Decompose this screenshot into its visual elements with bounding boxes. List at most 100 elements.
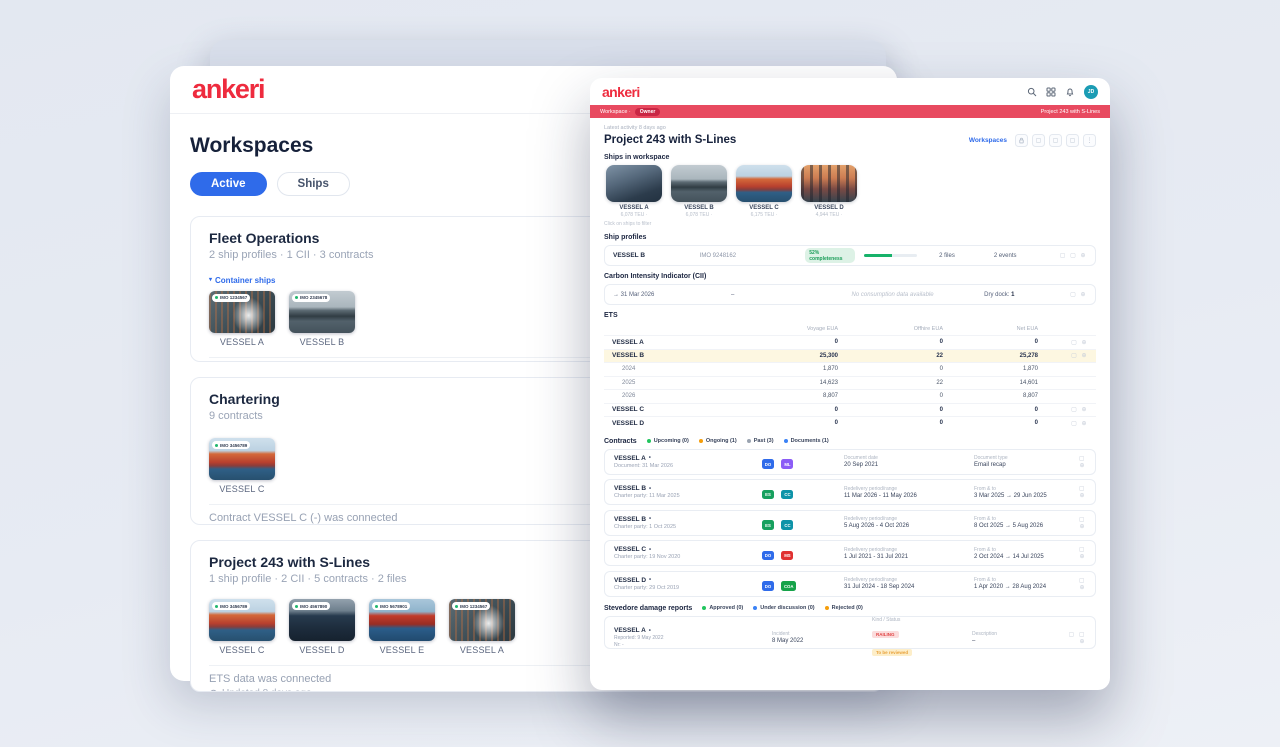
app-header: ankeri JD bbox=[590, 78, 1110, 105]
ets-row-vessel-d[interactable]: VESSEL D 0 0 0 ▢ ⊕ bbox=[604, 416, 1096, 430]
updated-text: Updated 8 days ago bbox=[222, 688, 312, 692]
row-action-icons[interactable]: ▢ ⊕ bbox=[1070, 516, 1086, 530]
row-action-icons[interactable]: ▢ ⊕ bbox=[1070, 291, 1087, 298]
section-contracts-title: Contracts bbox=[604, 438, 637, 445]
green-dot-icon bbox=[215, 296, 218, 299]
events-count: 2 events bbox=[994, 253, 1060, 259]
row-action-icons[interactable]: ▢ ⊕ bbox=[1038, 420, 1088, 427]
status-dot: • bbox=[649, 516, 651, 522]
ship-photo: IMO 4567890 bbox=[289, 599, 355, 641]
workspace-banner: Workspace · Owner Project 243 with S-Lin… bbox=[590, 105, 1110, 118]
cii-note: No consumption data available bbox=[801, 292, 984, 298]
voyage-eua: 25,300 bbox=[728, 353, 838, 359]
banner-workspace-name: Project 243 with S-Lines bbox=[1041, 109, 1100, 115]
ets-row-vessel-b[interactable]: VESSEL B 25,300 22 25,278 ▢ ⊕ bbox=[604, 349, 1096, 363]
bell-icon[interactable] bbox=[1065, 87, 1075, 97]
files-button[interactable]: ▢ bbox=[1032, 134, 1045, 147]
row-action-icons[interactable]: ▢ ⊕ bbox=[1038, 339, 1088, 346]
legend-approved[interactable]: Approved (0) bbox=[702, 605, 743, 611]
tag-do: DO bbox=[762, 551, 774, 561]
ship-thumbnail-vessel-a[interactable]: IMO 1234567 VESSEL A bbox=[209, 291, 275, 347]
net-eua: 0 bbox=[943, 339, 1038, 345]
row-action-icons[interactable]: ▢ ⊕ bbox=[1070, 485, 1086, 499]
imo-badge: IMO 2345678 bbox=[292, 294, 330, 302]
ship-profile-row[interactable]: VESSEL B IMO 9248162 52% completeness 2 … bbox=[604, 245, 1096, 266]
ship-name: VESSEL C bbox=[209, 484, 275, 494]
ship-filter-vessel-b[interactable]: VESSEL B 6,078 TEU · bbox=[669, 165, 729, 218]
workspaces-link[interactable]: Workspaces bbox=[969, 137, 1007, 144]
status-dot: • bbox=[649, 486, 651, 492]
ship-name: VESSEL B bbox=[613, 252, 700, 259]
column-label: Document date bbox=[844, 455, 974, 461]
contract-tags: DO MS bbox=[762, 544, 844, 562]
row-action-icons[interactable]: ▢ ⊕ bbox=[1038, 352, 1088, 359]
row-action-icons[interactable]: ▢ ⊕ bbox=[1070, 546, 1086, 560]
column-label: Document type bbox=[974, 455, 1070, 461]
more-button[interactable]: ⋮ bbox=[1083, 134, 1096, 147]
ship-thumbnail-vessel-a[interactable]: IMO 1234567 VESSEL A bbox=[449, 599, 515, 655]
net-eua: 1,870 bbox=[943, 366, 1038, 372]
apps-grid-icon[interactable] bbox=[1046, 87, 1056, 97]
ship-filter-vessel-a[interactable]: VESSEL A 6,078 TEU · bbox=[604, 165, 664, 218]
ship-name: VESSEL C bbox=[209, 645, 275, 655]
legend-rejected[interactable]: Rejected (0) bbox=[825, 605, 863, 611]
contract-row-2[interactable]: VESSEL B• Charter party: 11 Mar 2025 ES … bbox=[604, 479, 1096, 505]
legend-upcoming[interactable]: Upcoming (0) bbox=[647, 438, 689, 444]
ship-thumbnail-vessel-b[interactable]: IMO 2345678 VESSEL B bbox=[289, 291, 355, 347]
ship-thumbnail-vessel-c[interactable]: IMO 3456789 VESSEL C bbox=[209, 438, 275, 494]
duplicate-button[interactable]: ▢ bbox=[1049, 134, 1062, 147]
column-value: Email recap bbox=[974, 462, 1070, 468]
column-label: Redelivery period/range bbox=[844, 577, 974, 583]
legend-ongoing[interactable]: Ongoing (1) bbox=[699, 438, 737, 444]
contract-row-1[interactable]: VESSEL A• Document: 31 Mar 2026 DO ML Do… bbox=[604, 449, 1096, 475]
ship-thumbnail-vessel-c[interactable]: IMO 3456789 VESSEL C bbox=[209, 599, 275, 655]
tag-es: ES bbox=[762, 520, 774, 530]
tab-active[interactable]: Active bbox=[190, 172, 267, 196]
row-action-icons[interactable]: ▢ ▢ ⊕ bbox=[1060, 252, 1087, 259]
row-action-icons[interactable]: ▢ ⊕ bbox=[1070, 577, 1086, 591]
ship-thumbnail-vessel-e[interactable]: IMO 5678901 VESSEL E bbox=[369, 599, 435, 655]
status-dot: • bbox=[649, 455, 651, 461]
row-action-icons[interactable]: ▢ ⊕ bbox=[1070, 455, 1086, 469]
ship-photo bbox=[801, 165, 857, 202]
ship-thumbnail-vessel-d[interactable]: IMO 4567890 VESSEL D bbox=[289, 599, 355, 655]
legend-under-discussion[interactable]: Under discussion (0) bbox=[753, 605, 814, 611]
ets-row-vessel-a[interactable]: VESSEL A 0 0 0 ▢ ⊕ bbox=[604, 335, 1096, 349]
ship-photo: IMO 2345678 bbox=[289, 291, 355, 333]
ets-row-2026[interactable]: 2026 8,807 0 8,807 bbox=[604, 389, 1096, 403]
pin-button[interactable] bbox=[1015, 134, 1028, 147]
row-action-icons[interactable]: ▢ ▢ ⊕ bbox=[1060, 631, 1086, 645]
tag-cc: CC bbox=[781, 490, 793, 500]
avatar[interactable]: JD bbox=[1084, 85, 1098, 99]
files-count: 2 files bbox=[939, 253, 994, 259]
legend-past[interactable]: Past (3) bbox=[747, 438, 774, 444]
legend-documents[interactable]: Documents (1) bbox=[784, 438, 829, 444]
ship-filter-vessel-d[interactable]: VESSEL D 4,944 TEU · bbox=[799, 165, 859, 218]
stevedore-row[interactable]: VESSEL A• Reported: 9 May 2022 Nr: - Inc… bbox=[604, 616, 1096, 649]
contract-row-4[interactable]: VESSEL C• Charter party: 19 Nov 2020 DO … bbox=[604, 540, 1096, 566]
ets-row-2024[interactable]: 2024 1,870 0 1,870 bbox=[604, 362, 1096, 376]
ship-name: VESSEL B bbox=[614, 516, 646, 523]
latest-activity: Latest activity 8 days ago bbox=[604, 125, 1096, 131]
cii-row[interactable]: → 31 Mar 2026 – No consumption data avai… bbox=[604, 284, 1096, 305]
green-dot-icon bbox=[455, 605, 458, 608]
search-icon[interactable] bbox=[1027, 87, 1037, 97]
contract-row-3[interactable]: VESSEL B• Charter party: 1 Oct 2025 ES C… bbox=[604, 510, 1096, 536]
ets-row-2025[interactable]: 2025 14,623 22 14,601 bbox=[604, 376, 1096, 390]
container-ships-chip[interactable]: ▾ Container ships bbox=[209, 276, 275, 285]
contract-sub: Charter party: 1 Oct 2025 bbox=[614, 524, 762, 530]
contract-row-5[interactable]: VESSEL D• Charter party: 29 Oct 2019 DO … bbox=[604, 571, 1096, 597]
ship-teu: 4,944 TEU · bbox=[799, 212, 859, 218]
ship-filter-vessel-c[interactable]: VESSEL C 6,175 TEU · bbox=[734, 165, 794, 218]
voyage-eua: 14,623 bbox=[728, 380, 838, 386]
desktop-background: ankeri Workspaces Active Ships Fleet Ope… bbox=[0, 0, 1280, 747]
row-action-icons[interactable]: ▢ ⊕ bbox=[1038, 406, 1088, 413]
archive-button[interactable]: ▢ bbox=[1066, 134, 1079, 147]
ets-row-vessel-c[interactable]: VESSEL C 0 0 0 ▢ ⊕ bbox=[604, 403, 1096, 417]
net-eua: 0 bbox=[943, 407, 1038, 413]
completeness-progress-bar bbox=[864, 254, 917, 257]
ship-name: VESSEL B bbox=[614, 485, 646, 492]
tab-ships[interactable]: Ships bbox=[277, 172, 350, 196]
imo-number: IMO 3456789 bbox=[220, 443, 247, 448]
ship-teu: 6,078 TEU · bbox=[669, 212, 729, 218]
